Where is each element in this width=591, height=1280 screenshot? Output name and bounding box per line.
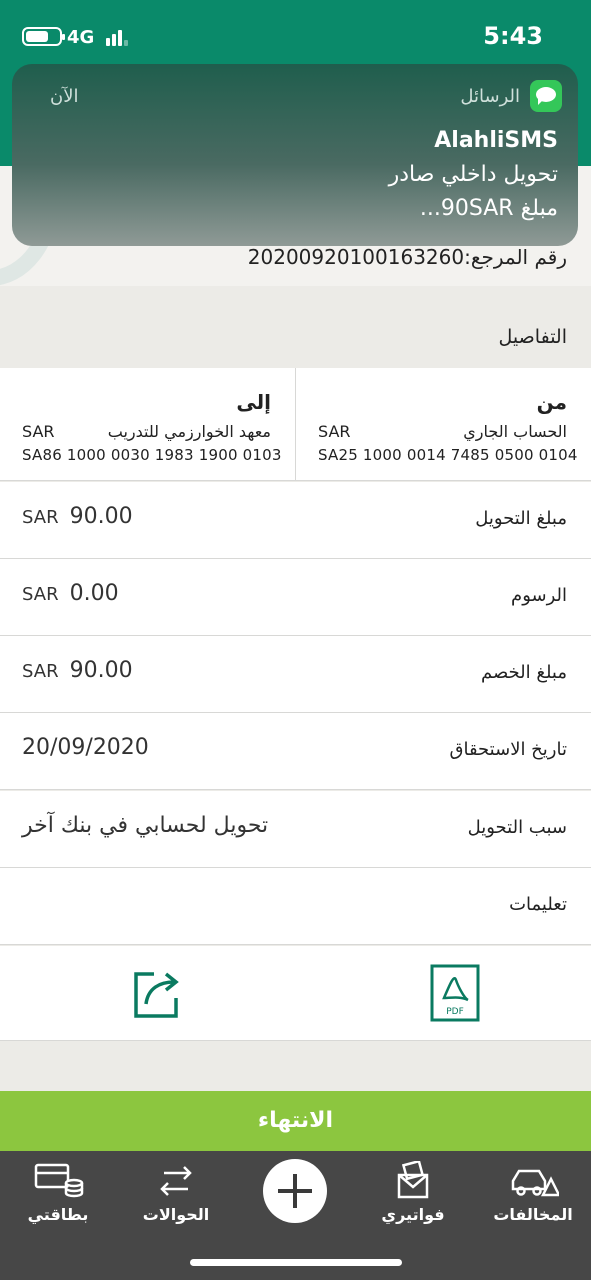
from-currency: SAR bbox=[318, 422, 351, 441]
messages-icon bbox=[530, 80, 562, 112]
detail-label: مبلغ التحويل bbox=[475, 508, 567, 529]
detail-value: SAR 90.00 bbox=[22, 504, 133, 529]
to-currency: SAR bbox=[22, 422, 55, 441]
tab-transfers[interactable]: الحوالات bbox=[121, 1161, 231, 1224]
svg-text:PDF: PDF bbox=[446, 1007, 464, 1017]
from-title: من bbox=[536, 390, 567, 414]
cards-coins-icon bbox=[34, 1163, 84, 1198]
detail-row-reason: سبب التحويل تحويل لحسابي في بنك آخر bbox=[0, 791, 591, 868]
notification-line-2: مبلغ 90SAR... bbox=[419, 196, 558, 221]
home-indicator[interactable] bbox=[190, 1259, 402, 1266]
detail-value: تحويل لحسابي في بنك آخر bbox=[22, 813, 269, 838]
sms-notification[interactable]: الرسائل الآن AlahliSMS تحويل داخلي صادر … bbox=[12, 64, 578, 246]
share-icon[interactable] bbox=[132, 964, 182, 1022]
to-account-name: معهد الخوارزمي للتدريب bbox=[107, 422, 271, 441]
to-column: إلى معهد الخوارزمي للتدريب SAR SA86 1000… bbox=[0, 368, 295, 481]
detail-value: 20/09/2020 bbox=[22, 735, 149, 760]
pdf-icon[interactable]: PDF bbox=[430, 964, 480, 1022]
tab-bills[interactable]: فواتيري bbox=[358, 1161, 468, 1224]
transfer-arrows-icon bbox=[160, 1166, 192, 1196]
detail-row-instructions: تعليمات bbox=[0, 868, 591, 945]
notification-app: الرسائل bbox=[460, 80, 562, 112]
detail-row-fees: الرسوم SAR 0.00 bbox=[0, 559, 591, 636]
notification-time: الآن bbox=[50, 86, 79, 107]
reference-number: رقم المرجع:20200920100163260 bbox=[247, 245, 567, 269]
status-bar: 4G 5:43 bbox=[0, 0, 591, 74]
finish-button[interactable]: الانتهاء bbox=[0, 1091, 591, 1151]
signal-icon bbox=[106, 26, 128, 46]
notification-sender: AlahliSMS bbox=[434, 128, 558, 153]
to-title: إلى bbox=[236, 390, 271, 414]
bill-envelope-icon bbox=[397, 1161, 429, 1199]
network-type: 4G bbox=[67, 27, 95, 48]
to-iban: SA86 1000 0030 1983 1900 0103 bbox=[22, 446, 282, 464]
detail-label: تاريخ الاستحقاق bbox=[449, 739, 568, 760]
from-to-card: من الحساب الجاري SAR SA25 1000 0014 7485… bbox=[0, 368, 591, 481]
detail-row-due-date: تاريخ الاستحقاق 20/09/2020 bbox=[0, 713, 591, 790]
column-divider bbox=[295, 368, 296, 481]
from-column: من الحساب الجاري SAR SA25 1000 0014 7485… bbox=[296, 368, 591, 481]
detail-label: تعليمات bbox=[509, 894, 567, 915]
actions-row: PDF bbox=[0, 946, 591, 1041]
tab-my-cards[interactable]: بطاقتي bbox=[3, 1161, 113, 1224]
battery-icon bbox=[22, 27, 65, 46]
tab-violations[interactable]: المخالفات bbox=[478, 1161, 588, 1224]
detail-row-debit: مبلغ الخصم SAR 90.00 bbox=[0, 636, 591, 713]
details-title: التفاصيل bbox=[498, 326, 567, 348]
notification-app-name: الرسائل bbox=[460, 85, 520, 107]
detail-label: الرسوم bbox=[511, 585, 567, 606]
detail-label: سبب التحويل bbox=[467, 817, 567, 838]
from-account-name: الحساب الجاري bbox=[463, 422, 567, 441]
from-iban: SA25 1000 0014 7485 0500 0104 bbox=[318, 446, 578, 464]
detail-label: مبلغ الخصم bbox=[480, 662, 567, 683]
status-time: 5:43 bbox=[483, 22, 543, 50]
detail-value: SAR 0.00 bbox=[22, 581, 119, 606]
detail-row-amount: مبلغ التحويل SAR 90.00 bbox=[0, 482, 591, 559]
detail-value: SAR 90.00 bbox=[22, 658, 133, 683]
add-button[interactable] bbox=[263, 1159, 327, 1223]
car-warning-icon bbox=[511, 1169, 559, 1197]
notification-line-1: تحويل داخلي صادر bbox=[388, 162, 558, 187]
